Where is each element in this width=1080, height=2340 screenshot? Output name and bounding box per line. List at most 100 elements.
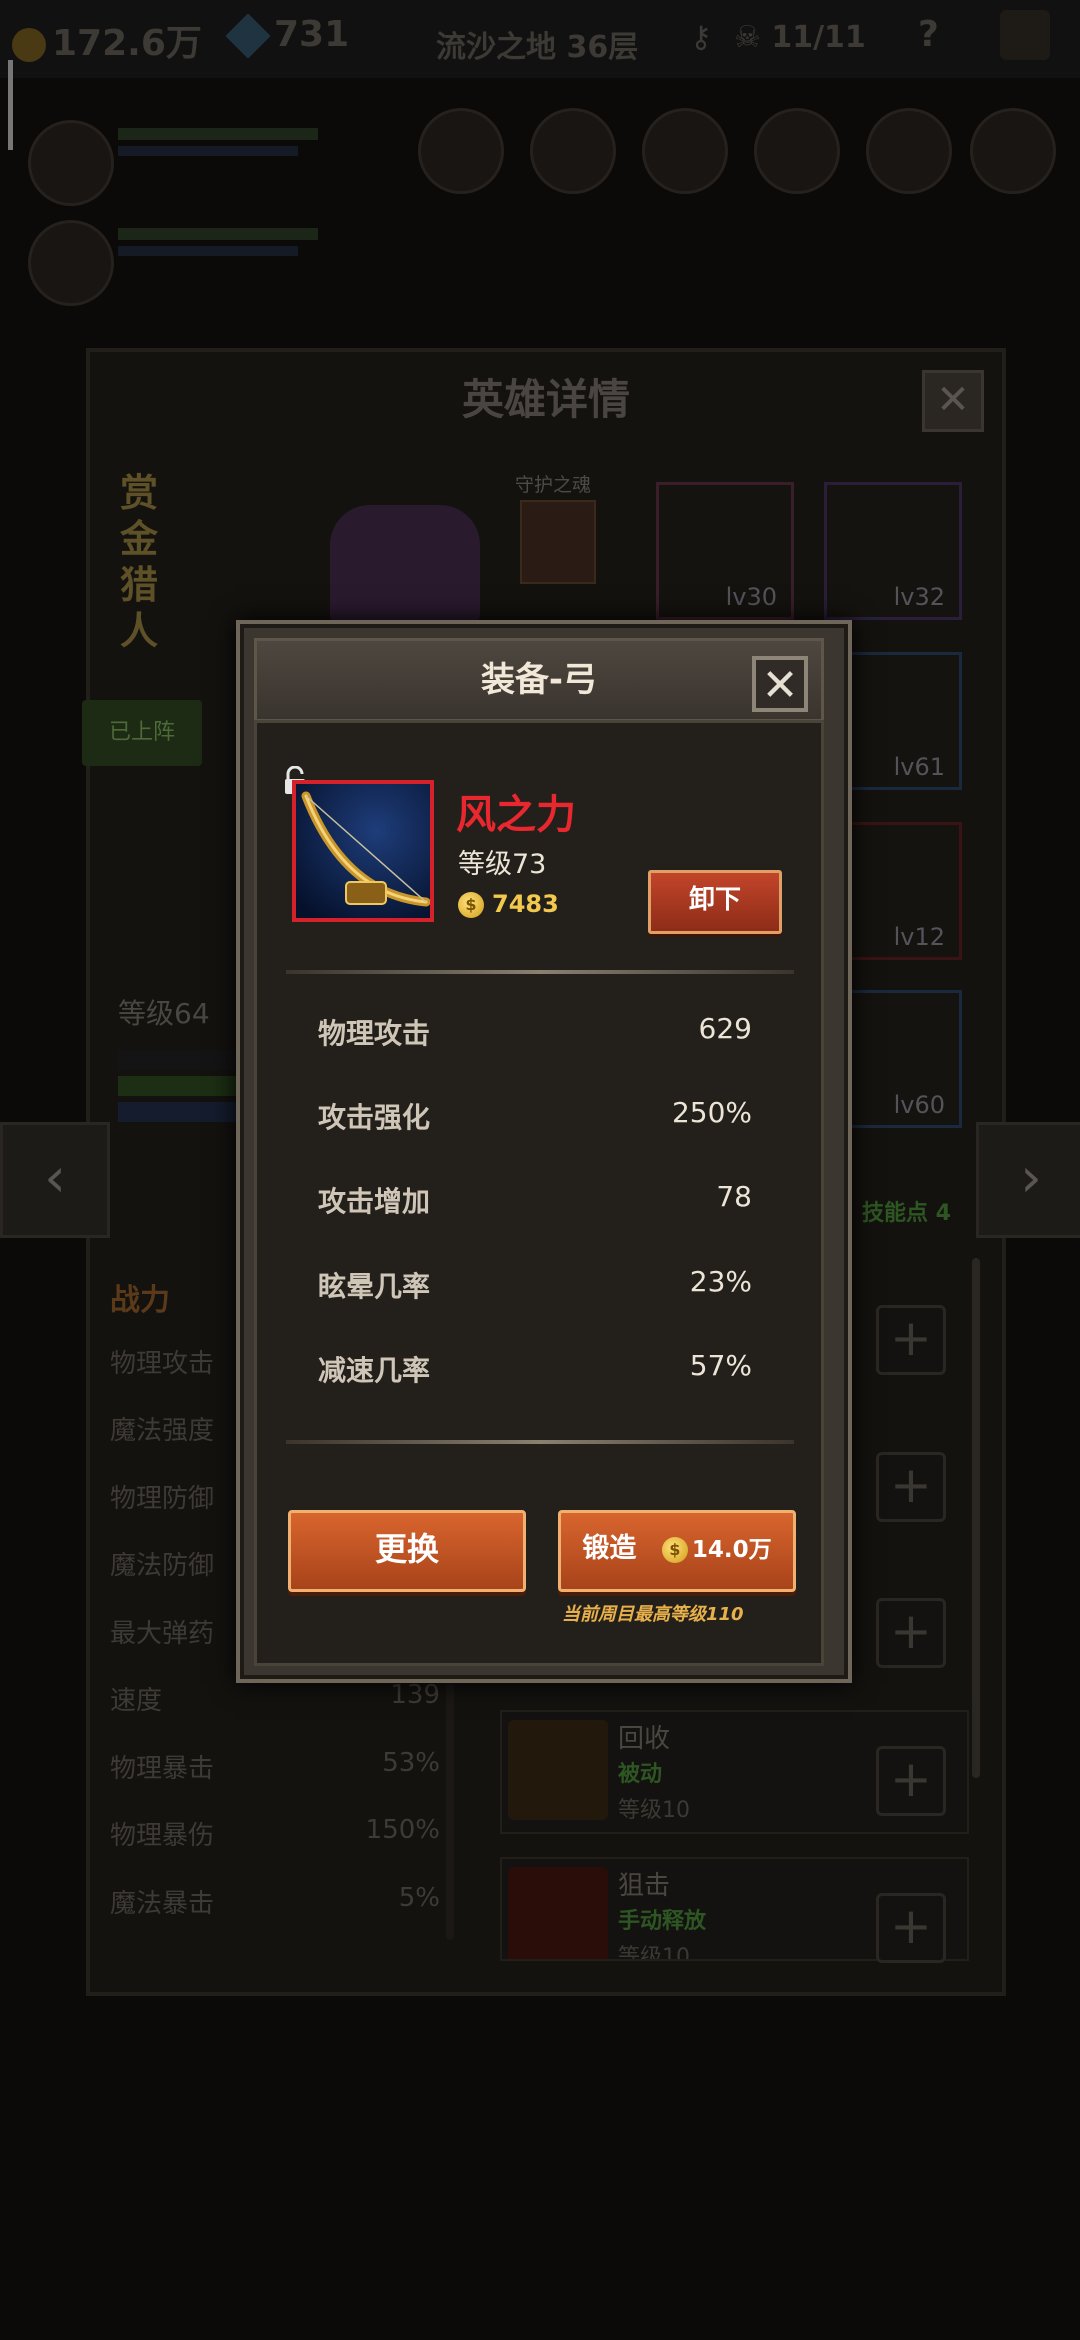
party-hp-bar-1 [118,128,318,140]
skill-upgrade-button[interactable]: + [876,1598,946,1668]
forge-label: 锻造 [582,1533,637,1564]
on-team-badge: 已上阵 [82,700,202,766]
equipment-level: lv30 [725,583,777,611]
stat-label: 物理暴伤 [110,1821,215,1851]
hero-panel-title: 英雄详情 [461,375,630,424]
stat-value: 150% [365,1815,440,1845]
attribute-value: 78 [716,1180,752,1213]
top-resource-bar: 172.6万 731 流沙之地 36层 ⚷ ☠ 11/11 ? [0,0,1080,78]
equipment-slot-2[interactable]: lv32 [824,482,962,620]
equipment-level: lv61 [893,753,945,781]
divider-bottom [286,1440,794,1444]
hero-name: 赏金猎人 [120,471,159,653]
dialog-close-button[interactable]: ✕ [752,656,808,712]
gold-coin-icon: $ [458,892,484,918]
item-name: 风之力 [456,792,576,838]
skill-name: 回收 [618,1724,671,1754]
item-price-value: 7483 [492,890,559,918]
forge-cost: 14.0万 [691,1537,772,1563]
equipment-level: lv32 [893,583,945,611]
stat-label: 最大弹药 [110,1618,215,1649]
gear-icon [508,1720,608,1820]
attribute-row: 减速几率 57% [318,1349,752,1389]
attribute-value: 250% [671,1096,752,1129]
party-avatar-1[interactable] [28,120,114,206]
stat-value: 139 [390,1680,440,1710]
gold-amount: 172.6万 [52,23,202,64]
stat-row: 魔法暴击 5% [110,1883,440,1951]
stat-row: 物理暴伤 150% [110,1815,440,1883]
skills-scrollbar[interactable] [972,1258,980,1778]
max-level-note: 当前周目最高等级110 [562,1604,744,1625]
skill-level: 等级10 [618,1798,690,1823]
hero-bars [118,1050,238,1128]
skill-points: 技能点 4 [862,1201,951,1226]
party-mp-bar-2 [118,246,298,256]
location-label: 流沙之地 36层 [436,30,639,65]
stat-label: 速度 [110,1686,163,1716]
skill-name: 狙击 [618,1871,671,1901]
crosshair-icon [508,1867,608,1959]
help-button[interactable]: ? [918,14,939,55]
hero-level: 等级64 [118,997,210,1030]
party-hp-bar-2 [118,228,318,240]
attribute-value: 23% [689,1265,752,1298]
skill-upgrade-button[interactable]: + [876,1893,946,1963]
skill-upgrade-button[interactable]: + [876,1746,946,1816]
skill-type: 被动 [618,1762,663,1787]
replace-button[interactable]: 更换 [288,1510,526,1592]
attribute-row: 攻击增加 78 [318,1180,752,1220]
toolbar-slot-6[interactable] [970,108,1056,194]
forge-button[interactable]: 锻造 $14.0万 [558,1510,796,1592]
stat-label: 魔法暴击 [110,1888,215,1919]
item-icon-frame[interactable] [292,780,434,922]
item-price: $7483 [458,890,559,918]
attribute-value: 57% [689,1349,752,1382]
hero-portrait [330,505,480,625]
attribute-row: 攻击强化 250% [318,1096,752,1136]
equipment-dialog: 装备-弓 ✕ 风之力 等级73 $7483 卸下 物理攻击 629 攻击强化 250… [236,620,852,1683]
stat-row: 速度 139 [110,1680,440,1748]
attribute-label: 物理攻击 [318,1017,431,1050]
toolbar-slot-2[interactable] [530,108,616,194]
scroll-indicator [8,60,13,150]
party-avatar-2[interactable] [28,220,114,306]
stat-label: 魔法强度 [110,1416,215,1446]
guardian-soul-slot[interactable] [520,500,596,584]
dialog-title-bar: 装备-弓 [254,638,824,722]
gold-coin-icon [12,28,46,62]
attribute-label: 攻击强化 [318,1101,431,1134]
gold-counter: 172.6万 [12,14,202,66]
attribute-value: 629 [698,1012,752,1045]
stat-row: 物理暴击 53% [110,1748,440,1816]
key-icon: ⚷ [690,20,712,55]
toolbar-slot-3[interactable] [642,108,728,194]
dialog-title: 装备-弓 [480,660,598,700]
stat-label: 物理防御 [110,1483,215,1514]
next-hero-button[interactable]: › [976,1122,1080,1238]
prev-hero-button[interactable]: ‹ [0,1122,110,1238]
equipment-slot-1[interactable]: lv30 [656,482,794,620]
attribute-label: 攻击增加 [318,1185,431,1218]
attribute-label: 减速几率 [318,1354,431,1387]
hero-panel-close-button[interactable]: ✕ [922,370,984,432]
skull-count: 11/11 [771,20,866,55]
hp-bar [118,1076,238,1096]
unequip-button[interactable]: 卸下 [648,870,782,934]
divider-top [286,970,794,974]
bow-icon [296,784,431,918]
skill-upgrade-button[interactable]: + [876,1305,946,1375]
guardian-soul-label: 守护之魂 [515,474,592,496]
stat-value: 5% [398,1882,440,1913]
toolbar-slot-1[interactable] [418,108,504,194]
toolbar-slot-4[interactable] [754,108,840,194]
toolbar-slot-5[interactable] [866,108,952,194]
attribute-row: 眩晕几率 23% [318,1265,752,1305]
gem-counter: 731 [225,13,350,59]
stat-label: 物理暴击 [110,1753,215,1784]
attribute-label: 眩晕几率 [318,1270,431,1303]
settings-icon[interactable] [1000,10,1050,60]
skill-upgrade-button[interactable]: + [876,1452,946,1522]
gem-amount: 731 [274,14,350,55]
stat-label: 物理攻击 [110,1348,215,1379]
